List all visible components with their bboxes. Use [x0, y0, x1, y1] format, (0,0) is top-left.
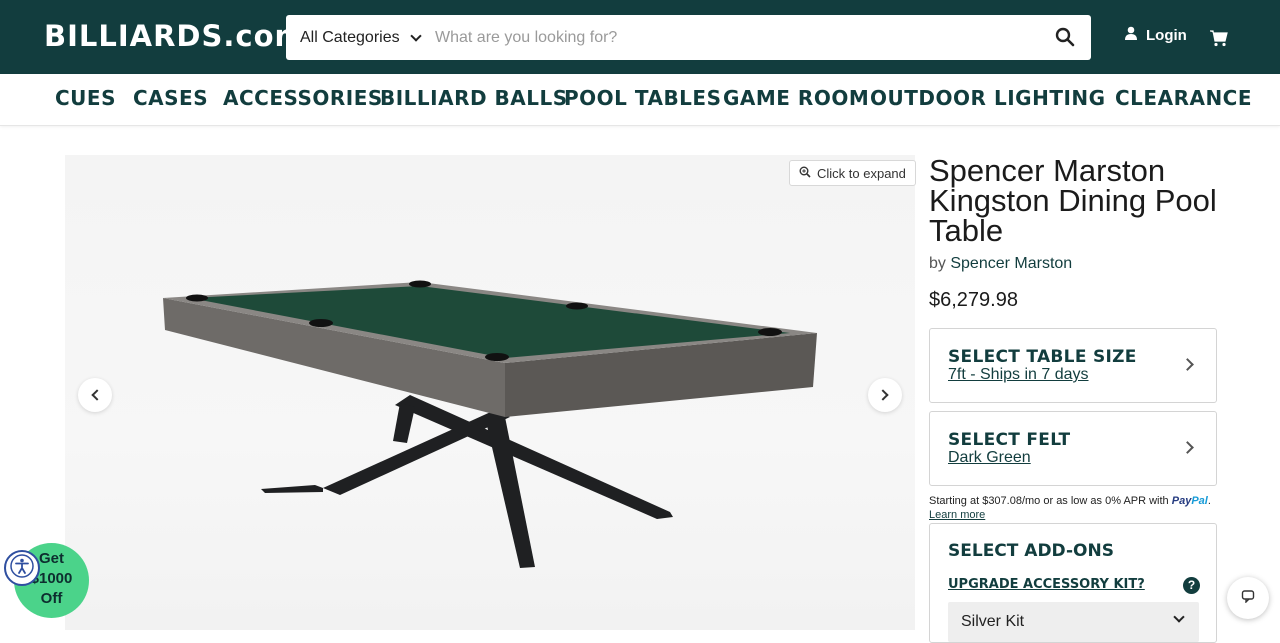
chat-icon [1241, 589, 1255, 608]
chevron-right-icon [1181, 358, 1194, 371]
category-select-label: All Categories [300, 28, 400, 46]
product-title: Spencer Marston Kingston Dining Pool Tab… [929, 153, 1217, 248]
felt-value: Dark Green [948, 449, 1031, 466]
pool-table-image [163, 280, 817, 568]
chevron-down-icon [409, 29, 422, 42]
user-icon [1124, 26, 1138, 44]
addons-box: SELECT ADD-ONS UPGRADE ACCESSORY KIT? ? … [929, 523, 1217, 643]
main-nav: CUES CASES ACCESSORIES BILLIARD BALLS PO… [0, 74, 1280, 126]
accessibility-button[interactable] [4, 550, 40, 586]
nav-item-cues[interactable]: CUES [55, 86, 116, 110]
table-size-title: SELECT TABLE SIZE [948, 347, 1137, 367]
brand-link[interactable]: Spencer Marston [950, 255, 1072, 272]
felt-selector[interactable]: SELECT FELT Dark Green [929, 411, 1217, 486]
gallery-prev-button[interactable] [78, 378, 112, 412]
product-brand: by Spencer Marston [929, 255, 1072, 273]
paypal-text: Starting at $307.08/mo or as low as 0% A… [929, 495, 1169, 507]
expand-label: Click to expand [817, 165, 906, 181]
search-input[interactable] [421, 15, 1031, 60]
chevron-right-icon [1181, 441, 1194, 454]
nav-item-cases[interactable]: CASES [133, 86, 208, 110]
nav-item-accessories[interactable]: ACCESSORIES [223, 86, 383, 110]
nav-item-clearance[interactable]: CLEARANCE [1115, 86, 1252, 110]
chat-button[interactable] [1227, 577, 1269, 619]
login-button[interactable]: Login [1124, 26, 1187, 44]
site-header: BILLIARDS.com All Categories Login [0, 0, 1280, 74]
paypal-logo-a: Pay [1171, 495, 1192, 507]
table-size-value: 7ft - Ships in 7 days [948, 366, 1089, 383]
product-price: $6,279.98 [929, 289, 1018, 311]
login-label: Login [1146, 26, 1187, 44]
chevron-left-icon [91, 389, 103, 401]
search-icon[interactable] [1055, 27, 1077, 49]
promo-line-3: Off [40, 590, 63, 607]
nav-item-game-room[interactable]: GAME ROOM [723, 86, 869, 110]
expand-image-button[interactable]: Click to expand [789, 160, 916, 186]
paypal-learn-more-link[interactable]: Learn more [929, 509, 985, 521]
site-logo[interactable]: BILLIARDS.com [44, 19, 306, 53]
paypal-logo: PayPal [1172, 495, 1208, 507]
upgrade-accessory-link[interactable]: UPGRADE ACCESSORY KIT? [948, 577, 1145, 592]
nav-item-billiard-balls[interactable]: BILLIARD BALLS [380, 86, 568, 110]
nav-item-outdoor[interactable]: OUTDOOR [870, 86, 986, 110]
gallery-next-button[interactable] [868, 378, 902, 412]
cart-icon[interactable] [1210, 29, 1228, 52]
kit-select-value: Silver Kit [961, 613, 1025, 630]
help-icon[interactable]: ? [1183, 577, 1200, 594]
accessibility-icon [10, 553, 34, 583]
chevron-down-icon [1173, 611, 1185, 623]
addons-title: SELECT ADD-ONS [948, 541, 1114, 561]
product-gallery[interactable] [65, 155, 915, 630]
table-size-selector[interactable]: SELECT TABLE SIZE 7ft - Ships in 7 days [929, 328, 1217, 403]
chevron-right-icon [877, 389, 889, 401]
brand-prefix: by [929, 255, 946, 272]
search-bar: All Categories [286, 15, 1091, 60]
felt-title: SELECT FELT [948, 430, 1071, 450]
paypal-logo-b: Pal [1191, 495, 1208, 507]
paypal-financing: Starting at $307.08/mo or as low as 0% A… [929, 495, 1211, 521]
kit-select[interactable]: Silver Kit [948, 602, 1199, 642]
nav-item-pool-tables[interactable]: POOL TABLES [564, 86, 722, 110]
zoom-icon [799, 166, 811, 181]
nav-item-lighting[interactable]: LIGHTING [994, 86, 1106, 110]
category-select[interactable]: All Categories [286, 15, 422, 60]
